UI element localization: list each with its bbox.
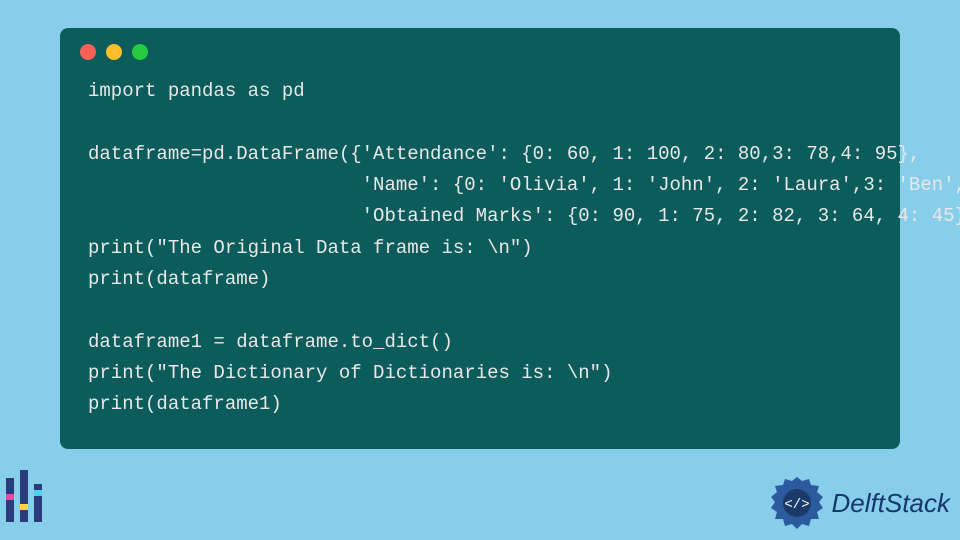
maximize-icon [132, 44, 148, 60]
svg-text:</>: </> [784, 497, 809, 513]
code-block: import pandas as pd dataframe=pd.DataFra… [60, 68, 900, 429]
code-line: print("The Original Data frame is: \n") [88, 237, 533, 259]
minimize-icon [106, 44, 122, 60]
code-line: print(dataframe) [88, 268, 270, 290]
code-window: import pandas as pd dataframe=pd.DataFra… [60, 28, 900, 449]
code-line: import pandas as pd [88, 80, 305, 102]
code-line: 'Name': {0: 'Olivia', 1: 'John', 2: 'Lau… [88, 174, 960, 196]
brand-name: DelftStack [832, 488, 951, 519]
code-line: dataframe=pd.DataFrame({'Attendance': {0… [88, 143, 920, 165]
code-line: dataframe1 = dataframe.to_dict() [88, 331, 453, 353]
code-line: 'Obtained Marks': {0: 90, 1: 75, 2: 82, … [88, 205, 960, 227]
brand-logo: </> DelftStack [768, 474, 951, 532]
window-titlebar [60, 28, 900, 68]
close-icon [80, 44, 96, 60]
code-line: print(dataframe1) [88, 393, 282, 415]
gear-icon: </> [768, 474, 826, 532]
left-logo-icon [2, 470, 50, 530]
code-line: print("The Dictionary of Dictionaries is… [88, 362, 613, 384]
